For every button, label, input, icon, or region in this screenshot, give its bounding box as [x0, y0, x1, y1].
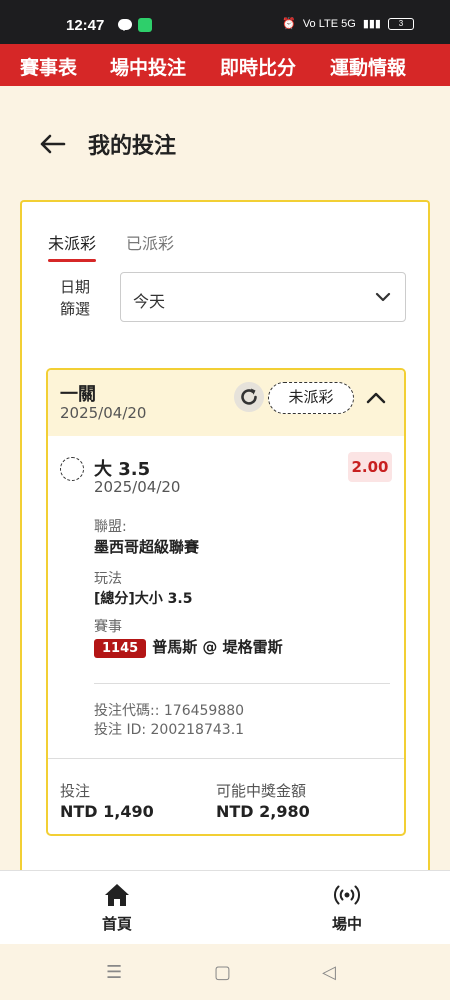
event-label: 賽事: [94, 619, 122, 635]
bet-date: 2025/04/20: [60, 404, 147, 422]
live-broadcast-icon: [334, 885, 360, 905]
divider: [94, 683, 390, 684]
top-nav: 賽事表 場中投注 即時比分 運動情報: [0, 44, 450, 86]
network-label: Vo LTE 5G: [302, 17, 356, 30]
league-info: 聯盟: 墨西哥超級聯賽: [94, 516, 199, 557]
tab-live-label: 場中: [331, 915, 362, 933]
alarm-icon: ⏰: [282, 18, 296, 30]
status-tabs: 未派彩 已派彩: [48, 230, 174, 262]
payout-value: NTD 2,980: [216, 802, 310, 821]
page-title: 我的投注: [88, 134, 177, 159]
selection-radio[interactable]: [60, 457, 84, 481]
page-header: 我的投注: [38, 128, 176, 160]
market-value: [總分]大小 3.5: [94, 591, 193, 607]
match-name: 普馬斯 @ 堤格雷斯: [152, 638, 283, 656]
market-info: 玩法 [總分]大小 3.5: [94, 568, 192, 608]
chat-notification-icon: [118, 19, 132, 31]
date-filter-select[interactable]: 今天: [120, 272, 406, 322]
status-icons: ⏰ Vo LTE 5G ▮▮▮ 3: [282, 17, 414, 30]
stake-label: 投注: [60, 782, 91, 800]
selection-date: 2025/04/20: [94, 478, 181, 496]
bets-panel: 未派彩 已派彩 日期 篩選 今天 一關 2025/04/20 未派彩 大 3.5: [20, 200, 430, 900]
league-label: 聯盟:: [94, 519, 127, 535]
date-filter-label: 日期 篩選: [59, 278, 90, 318]
bet-type: 一關: [60, 384, 96, 405]
odds-badge: 2.00: [348, 452, 392, 482]
chevron-down-icon: [375, 292, 391, 302]
bet-code: 投注代碼:: 176459880: [94, 703, 245, 719]
bottom-tab-bar: 首頁 場中: [0, 870, 450, 944]
home-square-icon[interactable]: ▢: [214, 962, 231, 983]
home-icon: [105, 884, 129, 906]
status-bar: 12:47 ⏰ Vo LTE 5G ▮▮▮ 3: [0, 0, 450, 44]
system-nav-bar: ☰ ▢ ◁: [0, 944, 450, 1000]
refresh-icon[interactable]: [234, 382, 264, 412]
divider: [48, 758, 404, 759]
tab-home-label: 首頁: [101, 915, 132, 933]
event-info: 賽事 1145 普馬斯 @ 堤格雷斯: [94, 616, 283, 658]
app-notification-icon: [138, 18, 152, 32]
menu-icon[interactable]: ☰: [106, 962, 122, 983]
payout-label: 可能中獎金額: [216, 782, 307, 800]
market-label: 玩法: [94, 571, 122, 587]
bet-card-header: 一關 2025/04/20 未派彩: [48, 370, 404, 436]
bet-id: 投注 ID: 200218743.1: [94, 722, 245, 738]
back-triangle-icon[interactable]: ◁: [322, 962, 336, 983]
date-filter-value: 今天: [133, 292, 166, 311]
arrow-left-icon[interactable]: [38, 130, 66, 158]
league-value: 墨西哥超級聯賽: [94, 538, 200, 556]
nav-live-betting[interactable]: 場中投注: [110, 53, 186, 80]
tab-unsettled[interactable]: 未派彩: [48, 230, 97, 262]
nav-live-score[interactable]: 即時比分: [220, 53, 296, 80]
signal-icon: ▮▮▮: [362, 18, 381, 30]
bet-card: 一關 2025/04/20 未派彩 大 3.5 2025/04/20 2.00 …: [46, 368, 406, 836]
status-time: 12:47: [66, 17, 105, 34]
battery-icon: 3: [388, 17, 414, 30]
nav-schedule[interactable]: 賽事表: [20, 53, 77, 80]
tab-live[interactable]: 場中: [317, 881, 377, 934]
tab-settled[interactable]: 已派彩: [126, 230, 174, 262]
status-badge: 未派彩: [268, 382, 354, 414]
tab-home[interactable]: 首頁: [87, 881, 147, 934]
stake-value: NTD 1,490: [60, 802, 154, 821]
nav-sports-info[interactable]: 運動情報: [330, 53, 406, 80]
chevron-up-icon[interactable]: [364, 386, 388, 410]
match-id-badge: 1145: [94, 639, 147, 658]
event-row: 1145 普馬斯 @ 堤格雷斯: [94, 636, 283, 658]
